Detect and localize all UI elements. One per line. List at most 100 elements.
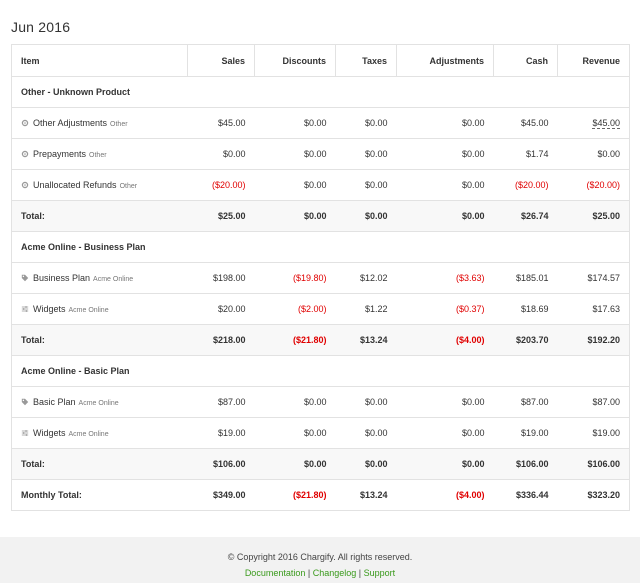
column-header-sales[interactable]: Sales <box>187 44 255 77</box>
column-header-revenue[interactable]: Revenue <box>557 44 630 77</box>
support-link[interactable]: Support <box>364 568 396 578</box>
discounts-cell: $0.00 <box>254 169 336 201</box>
line-item-cell: Unallocated Refunds Other <box>11 169 188 201</box>
page-footer: © Copyright 2016 Chargify. All rights re… <box>0 537 640 583</box>
sales-cell: $45.00 <box>187 107 255 139</box>
adjustments-cell: ($4.00) <box>396 324 494 356</box>
link-separator: | <box>307 568 311 578</box>
column-header-item[interactable]: Item <box>11 44 188 77</box>
line-item-cell: Widgets Acme Online <box>11 417 188 449</box>
taxes-cell: $1.22 <box>335 293 397 325</box>
total-label: Total: <box>11 200 188 232</box>
adjustments-cell: $0.00 <box>396 200 494 232</box>
link-separator: | <box>358 568 362 578</box>
sliders-icon <box>21 429 29 437</box>
taxes-cell: $0.00 <box>335 107 397 139</box>
line-item-product-family: Other <box>110 121 128 128</box>
section-total-row: Total: $106.00 $0.00 $0.00 $0.00 $106.00 $106.… <box>11 448 630 480</box>
discounts-cell: $0.00 <box>254 107 336 139</box>
revenue-cell: ($20.00) <box>557 169 630 201</box>
table-row: Unallocated Refunds Other ($20.00) $0.00 $0.… <box>11 169 630 201</box>
revenue-cell: $19.00 <box>557 417 630 449</box>
taxes-cell: $0.00 <box>335 417 397 449</box>
discounts-cell: $0.00 <box>254 448 336 480</box>
adjustments-cell: $0.00 <box>396 138 494 170</box>
adjustments-cell: $0.00 <box>396 448 494 480</box>
taxes-cell: $0.00 <box>335 138 397 170</box>
section-total-row: Total: $218.00 ($21.80) $13.24 ($4.00) $203.7… <box>11 324 630 356</box>
sales-cell: $19.00 <box>187 417 255 449</box>
tag-icon <box>21 398 29 406</box>
revenue-cell: $87.00 <box>557 386 630 418</box>
line-item-product-family: Acme Online <box>78 400 119 407</box>
adjustments-cell: ($4.00) <box>396 479 494 511</box>
line-item-product-family: Other <box>119 183 138 190</box>
taxes-cell: $13.24 <box>335 324 397 356</box>
discounts-cell: ($2.00) <box>254 293 336 325</box>
line-item-product-family: Acme Online <box>68 307 109 314</box>
revenue-cell: $0.00 <box>557 138 630 170</box>
column-header-cash[interactable]: Cash <box>493 44 558 77</box>
adjustments-cell: ($3.63) <box>396 262 494 294</box>
line-item-cell: Other Adjustments Other <box>11 107 188 139</box>
adjustments-cell: $0.00 <box>396 386 494 418</box>
footer-links: Documentation | Changelog | Support <box>0 568 640 578</box>
section-title: Acme Online - Business Plan <box>11 231 630 263</box>
cash-cell: $18.69 <box>493 293 558 325</box>
discounts-cell: ($19.80) <box>254 262 336 294</box>
monthly-total-label: Monthly Total: <box>11 479 188 511</box>
gear-icon <box>21 150 29 158</box>
documentation-link[interactable]: Documentation <box>245 568 306 578</box>
sales-cell: $20.00 <box>187 293 255 325</box>
line-item-cell: Widgets Acme Online <box>11 293 188 325</box>
line-item-product-family: Acme Online <box>93 276 134 283</box>
tag-icon <box>21 274 29 282</box>
gear-icon <box>21 181 29 189</box>
column-header-adjustments[interactable]: Adjustments <box>396 44 494 77</box>
discounts-cell: $0.00 <box>254 200 336 232</box>
cash-cell: $45.00 <box>493 107 558 139</box>
discounts-cell: ($21.80) <box>254 324 336 356</box>
discounts-cell: $0.00 <box>254 386 336 418</box>
line-item-name: Widgets <box>33 304 66 314</box>
table-row: Basic Plan Acme Online $87.00 $0.00 $0.00 $0.… <box>11 386 630 418</box>
sales-cell: $218.00 <box>187 324 255 356</box>
revenue-cell: $192.20 <box>557 324 630 356</box>
revenue-link[interactable]: $45.00 <box>592 118 620 129</box>
cash-cell: $1.74 <box>493 138 558 170</box>
cash-cell: $87.00 <box>493 386 558 418</box>
line-item-name: Prepayments <box>33 149 87 159</box>
revenue-cell: $174.57 <box>557 262 630 294</box>
cash-cell: $106.00 <box>493 448 558 480</box>
sales-cell: $87.00 <box>187 386 255 418</box>
cash-cell: $19.00 <box>493 417 558 449</box>
section-header-row: Acme Online - Business Plan <box>11 231 630 263</box>
table-row: Widgets Acme Online $20.00 ($2.00) $1.22 ($0.… <box>11 293 630 325</box>
table-row: Other Adjustments Other $45.00 $0.00 $0.00 $0… <box>11 107 630 139</box>
table-header-row: Item Sales Discounts Taxes Adjustments C… <box>11 44 630 77</box>
sales-cell: $106.00 <box>187 448 255 480</box>
line-item-cell: Business Plan Acme Online <box>11 262 188 294</box>
taxes-cell: $0.00 <box>335 169 397 201</box>
revenue-cell[interactable]: $45.00 <box>557 107 630 139</box>
cash-cell: $203.70 <box>493 324 558 356</box>
line-item-name: Other Adjustments <box>33 118 108 128</box>
adjustments-cell: $0.00 <box>396 169 494 201</box>
column-header-taxes[interactable]: Taxes <box>335 44 397 77</box>
table-row: Prepayments Other $0.00 $0.00 $0.00 $0.00 $1.7… <box>11 138 630 170</box>
discounts-cell: ($21.80) <box>254 479 336 511</box>
total-label: Total: <box>11 324 188 356</box>
sales-cell: $349.00 <box>187 479 255 511</box>
discounts-cell: $0.00 <box>254 417 336 449</box>
column-header-discounts[interactable]: Discounts <box>254 44 336 77</box>
adjustments-cell: $0.00 <box>396 107 494 139</box>
discounts-cell: $0.00 <box>254 138 336 170</box>
line-item-cell: Prepayments Other <box>11 138 188 170</box>
revenue-cell: $17.63 <box>557 293 630 325</box>
table-row: Business Plan Acme Online $198.00 ($19.80) $… <box>11 262 630 294</box>
changelog-link[interactable]: Changelog <box>313 568 357 578</box>
line-item-cell: Basic Plan Acme Online <box>11 386 188 418</box>
cash-cell: $26.74 <box>493 200 558 232</box>
line-item-name: Widgets <box>33 428 66 438</box>
sales-cell: $0.00 <box>187 138 255 170</box>
